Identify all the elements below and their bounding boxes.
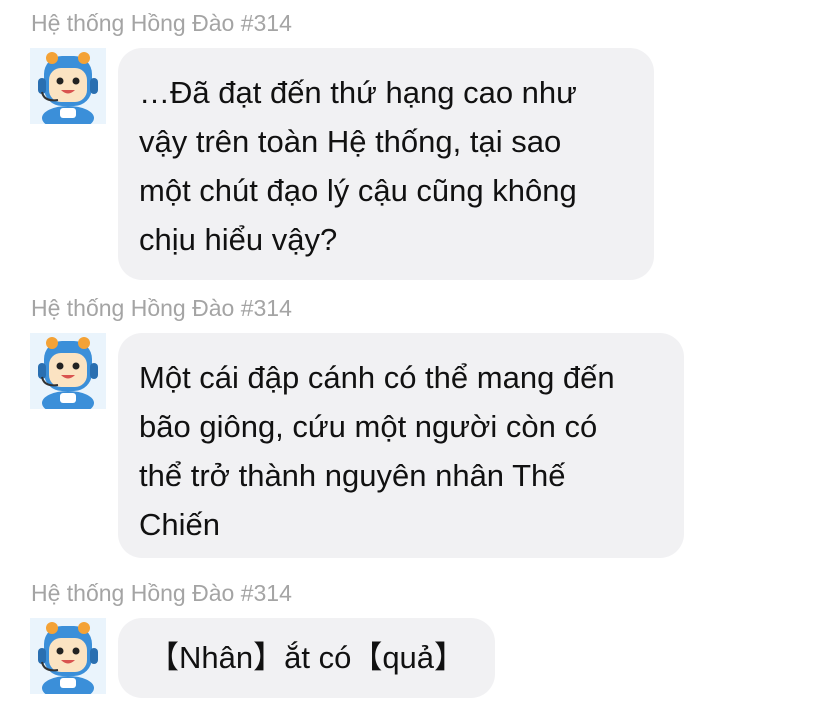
message-text: …Đã đạt đến thứ hạng cao như vậy trên to…	[139, 75, 577, 257]
mascot-headset-avatar-icon[interactable]	[30, 618, 106, 694]
sender-name: Hệ thống Hồng Đào #314	[31, 580, 292, 606]
chat-message: Hệ thống Hồng Đào #314 Một cái đập cánh …	[0, 293, 828, 563]
chat-message: Hệ thống Hồng Đào #314 …Đã đạt đến thứ h…	[0, 8, 828, 280]
chat-message: Hệ thống Hồng Đào #314 【Nhân】ắt có【quả】	[0, 578, 828, 709]
message-text: 【Nhân】ắt có【quả】	[148, 640, 466, 675]
message-bubble[interactable]: …Đã đạt đến thứ hạng cao như vậy trên to…	[118, 48, 654, 280]
mascot-headset-avatar-icon[interactable]	[30, 333, 106, 409]
message-text: Một cái đập cánh có thể mang đến bão giô…	[139, 360, 615, 542]
message-bubble[interactable]: 【Nhân】ắt có【quả】	[118, 618, 495, 698]
sender-name: Hệ thống Hồng Đào #314	[31, 10, 292, 36]
mascot-headset-avatar-icon[interactable]	[30, 48, 106, 124]
sender-name: Hệ thống Hồng Đào #314	[31, 295, 292, 321]
message-bubble[interactable]: Một cái đập cánh có thể mang đến bão giô…	[118, 333, 684, 558]
